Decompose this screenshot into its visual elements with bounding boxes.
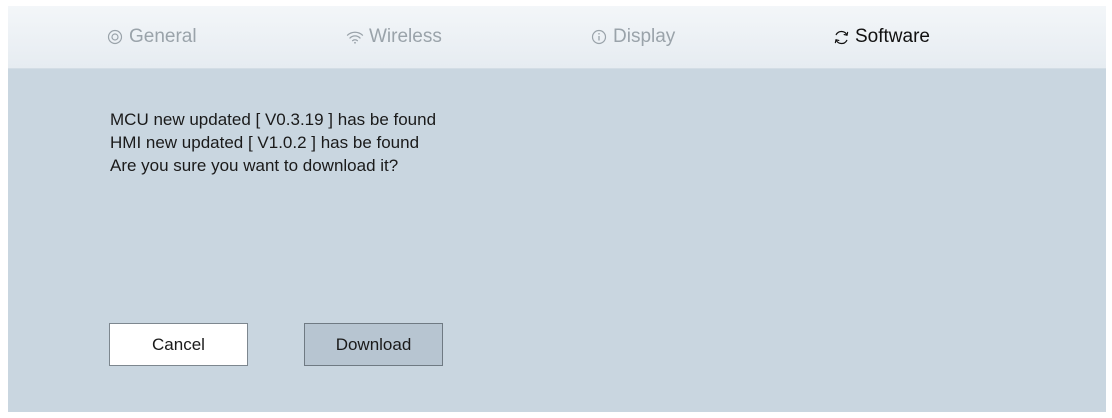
tab-wireless[interactable]: Wireless: [346, 6, 442, 68]
tab-software-label: Software: [855, 26, 930, 47]
download-button[interactable]: Download: [304, 323, 443, 366]
tab-general[interactable]: General: [106, 6, 197, 68]
update-dialog: General Wireless Display Software MCU ne…: [8, 6, 1106, 412]
hmi-update-text: HMI new updated [ V1.0.2 ] has be found: [110, 133, 420, 152]
update-message: MCU new updated [ V0.3.19 ] has be found…: [110, 108, 436, 177]
tab-bar: General Wireless Display Software: [8, 6, 1106, 69]
tab-display-label: Display: [613, 26, 676, 47]
tab-wireless-label: Wireless: [369, 26, 442, 47]
cancel-button[interactable]: Cancel: [109, 323, 248, 366]
tab-software[interactable]: Software: [832, 6, 930, 68]
refresh-icon: [832, 28, 850, 46]
download-confirm-text: Are you sure you want to download it?: [110, 156, 399, 175]
wifi-icon: [346, 28, 364, 46]
target-icon: [106, 28, 124, 46]
tab-general-label: General: [129, 26, 197, 47]
info-icon: [590, 28, 608, 46]
tab-display[interactable]: Display: [590, 6, 675, 68]
mcu-update-text: MCU new updated [ V0.3.19 ] has be found: [110, 110, 437, 129]
